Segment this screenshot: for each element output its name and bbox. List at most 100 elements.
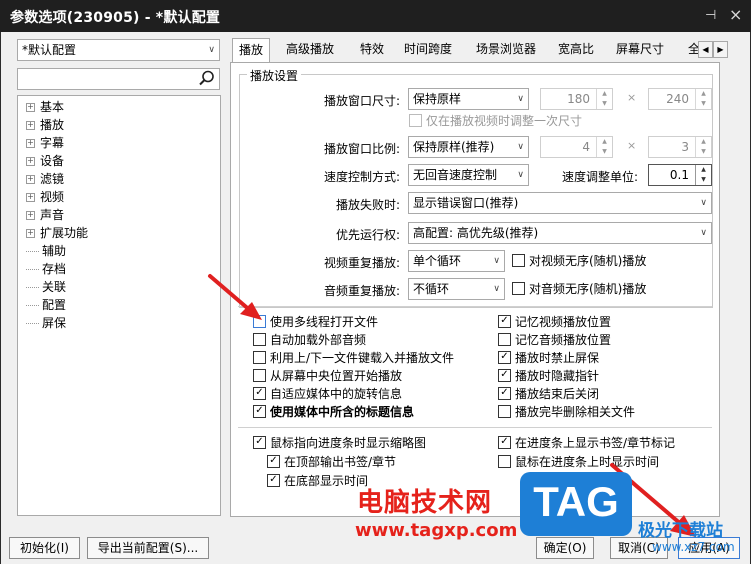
adjust-once-checkbox[interactable]: 仅在播放视频时调整一次尺寸 xyxy=(409,113,582,129)
tree-item-device[interactable]: + 设备 xyxy=(26,152,64,170)
checkbox-box[interactable] xyxy=(253,369,266,382)
watermark-right-text: 极光下载站 xyxy=(638,521,723,541)
checkbox-box[interactable]: ✓ xyxy=(253,436,266,449)
tree-item-extensions[interactable]: + 扩展功能 xyxy=(26,224,88,242)
checkbox-box[interactable]: ✓ xyxy=(498,436,511,449)
tree-item-playback[interactable]: + 播放 xyxy=(26,116,64,134)
tree-item-video[interactable]: + 视频 xyxy=(26,188,64,206)
tab-timespan[interactable]: 时间跨度 xyxy=(398,38,458,62)
export-config-button[interactable]: 导出当前配置(S)... xyxy=(87,537,209,559)
checkbox-box[interactable] xyxy=(409,114,422,127)
tab-scroll-left-icon[interactable]: ◀ xyxy=(698,41,713,58)
checkbox-box[interactable] xyxy=(498,405,511,418)
checkbox-box[interactable] xyxy=(498,455,511,468)
tree-item-screensaver[interactable]: 屏保 xyxy=(26,314,66,332)
bottom-time-checkbox[interactable]: ✓ 在底部显示时间 xyxy=(267,473,368,489)
speed-mode-select[interactable]: 无回音速度控制 ∨ xyxy=(408,164,529,186)
seek-thumbnail-checkbox[interactable]: ✓ 鼠标指向进度条时显示缩略图 xyxy=(253,435,426,451)
auto-load-audio-checkbox[interactable]: 自动加载外部音频 xyxy=(253,332,366,348)
media-title-checkbox[interactable]: ✓ 使用媒体中所含的标题信息 xyxy=(253,404,414,420)
spin-arrows-icon[interactable]: ▲ ▼ xyxy=(695,137,711,157)
center-start-checkbox[interactable]: 从屏幕中央位置开始播放 xyxy=(253,368,402,384)
tree-item-subtitle[interactable]: + 字幕 xyxy=(26,134,64,152)
expand-icon[interactable]: + xyxy=(26,211,35,220)
checkbox-box[interactable]: ✓ xyxy=(267,474,280,487)
chevron-down-icon: ∨ xyxy=(700,228,707,238)
initialize-button[interactable]: 初始化(I) xyxy=(9,537,80,559)
window-size-select[interactable]: 保持原样 ∨ xyxy=(408,88,529,110)
tree-item-association[interactable]: 关联 xyxy=(26,278,66,296)
tree-item-basic[interactable]: + 基本 xyxy=(26,98,64,116)
tab-playback[interactable]: 播放 xyxy=(232,38,271,63)
tab-scene-browser[interactable]: 场景浏览器 xyxy=(470,38,542,62)
remember-video-pos-checkbox[interactable]: ✓ 记忆视频播放位置 xyxy=(498,314,611,330)
tab-screen-size[interactable]: 屏幕尺寸 xyxy=(610,38,670,62)
tree-connector xyxy=(26,287,39,288)
expand-icon[interactable]: + xyxy=(26,157,35,166)
spin-arrows-icon[interactable]: ▲ ▼ xyxy=(596,89,612,109)
expand-icon[interactable]: + xyxy=(26,229,35,238)
checkbox-box[interactable]: ✓ xyxy=(498,369,511,382)
window-height-spin[interactable]: 240 ▲ ▼ xyxy=(648,88,712,110)
video-repeat-select[interactable]: 单个循环 ∨ xyxy=(408,250,505,272)
close-after-end-checkbox[interactable]: ✓ 播放结束后关闭 xyxy=(498,386,599,402)
tree-item-audio[interactable]: + 声音 xyxy=(26,206,64,224)
show-bookmark-mark-checkbox[interactable]: ✓ 在进度条上显示书签/章节标记 xyxy=(498,435,675,451)
checkbox-box[interactable]: ✓ xyxy=(498,351,511,364)
auto-rotate-checkbox[interactable]: ✓ 自适应媒体中的旋转信息 xyxy=(253,386,402,402)
close-icon[interactable]: × xyxy=(729,5,742,24)
checkbox-box[interactable] xyxy=(253,351,266,364)
audio-shuffle-checkbox[interactable]: 对音频无序(随机)播放 xyxy=(512,281,646,297)
checkbox-box[interactable] xyxy=(253,333,266,346)
checkbox-box[interactable]: ✓ xyxy=(498,387,511,400)
tree-item-assist[interactable]: 辅助 xyxy=(26,242,66,260)
top-bookmark-checkbox[interactable]: ✓ 在顶部输出书签/章节 xyxy=(267,454,396,470)
spin-arrows-icon[interactable]: ▲ ▼ xyxy=(596,137,612,157)
tree-item-archive[interactable]: 存档 xyxy=(26,260,66,278)
checkbox-box[interactable]: ✓ xyxy=(253,387,266,400)
checkbox-box[interactable]: ✓ xyxy=(253,405,266,418)
expand-icon[interactable]: + xyxy=(26,121,35,130)
hide-pointer-checkbox[interactable]: ✓ 播放时隐藏指针 xyxy=(498,368,599,384)
tab-advanced-playback[interactable]: 高级播放 xyxy=(280,38,340,62)
tab-bar: 播放 高级播放 特效 时间跨度 场景浏览器 宽高比 屏幕尺寸 全 xyxy=(230,38,713,63)
speed-unit-spin[interactable]: 0.1 ▲ ▼ xyxy=(648,164,712,186)
tree-item-filter[interactable]: + 滤镜 xyxy=(26,170,64,188)
expand-icon[interactable]: + xyxy=(26,193,35,202)
tree-item-config[interactable]: 配置 xyxy=(26,296,66,314)
on-fail-select[interactable]: 显示错误窗口(推荐) ∨ xyxy=(408,192,712,214)
checkbox-box[interactable] xyxy=(498,333,511,346)
tab-effects[interactable]: 特效 xyxy=(354,38,390,62)
video-shuffle-checkbox[interactable]: 对视频无序(随机)播放 xyxy=(512,253,646,269)
expand-icon[interactable]: + xyxy=(26,103,35,112)
ratio-height-spin[interactable]: 3 ▲ ▼ xyxy=(648,136,712,158)
delete-after-play-checkbox[interactable]: 播放完毕删除相关文件 xyxy=(498,404,635,420)
search-input[interactable] xyxy=(17,68,220,90)
checkbox-box[interactable] xyxy=(512,282,525,295)
audio-repeat-select[interactable]: 不循环 ∨ xyxy=(408,278,505,300)
priority-select[interactable]: 高配置: 高优先级(推荐) ∨ xyxy=(408,222,712,244)
tab-scroll-right-icon[interactable]: ▶ xyxy=(713,41,728,58)
spin-arrows-icon[interactable]: ▲ ▼ xyxy=(695,165,711,185)
profile-select[interactable]: *默认配置 ∨ xyxy=(17,39,220,61)
multithread-open-checkbox[interactable]: 使用多线程打开文件 xyxy=(253,314,378,330)
checkbox-box[interactable]: ✓ xyxy=(498,315,511,328)
expand-icon[interactable]: + xyxy=(26,139,35,148)
prev-next-key-checkbox[interactable]: 利用上/下一文件键载入并播放文件 xyxy=(253,350,454,366)
search-icon[interactable] xyxy=(198,69,216,90)
ratio-width-spin[interactable]: 4 ▲ ▼ xyxy=(540,136,613,158)
checkbox-label: 自适应媒体中的旋转信息 xyxy=(270,387,403,401)
remember-audio-pos-checkbox[interactable]: 记忆音频播放位置 xyxy=(498,332,611,348)
disable-screensaver-checkbox[interactable]: ✓ 播放时禁止屏保 xyxy=(498,350,599,366)
ok-button[interactable]: 确定(O) xyxy=(536,537,594,559)
window-width-spin[interactable]: 180 ▲ ▼ xyxy=(540,88,613,110)
window-ratio-select[interactable]: 保持原样(推荐) ∨ xyxy=(408,136,529,158)
tab-aspect-ratio[interactable]: 宽高比 xyxy=(552,38,600,62)
checkbox-box[interactable] xyxy=(512,254,525,267)
checkbox-label: 对视频无序(随机)播放 xyxy=(529,254,647,268)
checkbox-label: 在底部显示时间 xyxy=(284,474,369,488)
pin-icon[interactable]: ⊣ xyxy=(705,8,716,23)
expand-icon[interactable]: + xyxy=(26,175,35,184)
checkbox-box[interactable]: ✓ xyxy=(267,455,280,468)
spin-arrows-icon[interactable]: ▲ ▼ xyxy=(695,89,711,109)
